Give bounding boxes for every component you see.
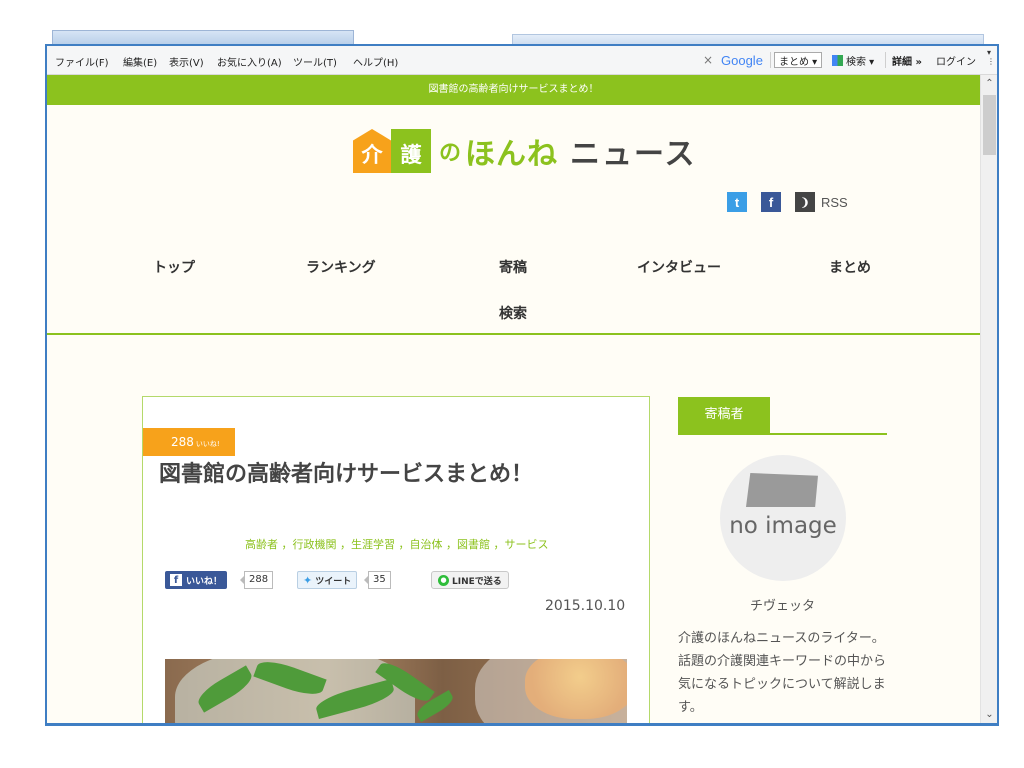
rss-link[interactable]: RSS [821,195,848,210]
publish-date: 2015.10.10 [545,598,626,614]
site-top-banner[interactable]: 図書館の高齢者向けサービスまとめ！ [47,75,980,105]
logo-news: ニュース [570,137,697,172]
line-icon: ● [438,574,449,586]
nav-contribution[interactable]: 寄稿 [499,257,527,277]
menu-tools[interactable]: ツール(T) [293,54,337,69]
toolbar-close-icon[interactable]: × [703,50,713,70]
likes-label: いいね! [195,440,220,448]
nav-interview[interactable]: インタビュー [637,257,721,277]
top-banner-text: 図書館の高齢者向けサービスまとめ！ [428,84,599,95]
nav-divider [47,333,980,335]
nav-ranking[interactable]: ランキング [306,257,376,277]
menu-favorites[interactable]: お気に入り(A) [217,54,282,69]
rss-icon[interactable]: ❩ [795,192,815,212]
article-title[interactable]: 図書館の高齢者向けサービスまとめ！ [159,457,559,493]
login-button[interactable]: ログイン [936,50,976,70]
toolbar-overflow[interactable]: ▾ ⋮ [987,48,997,72]
browser-client-area: ファイル(F) 編集(E) 表示(V) お気に入り(A) ツール(T) ヘルプ(… [47,46,997,723]
author-name[interactable]: チヴェッタ [678,595,887,614]
toolbar-separator [770,52,771,68]
twitter-bird-icon: ✦ [303,573,313,587]
tweet-count: 35 [364,571,391,589]
site-logo[interactable]: 介 護 の ほんね ニュース [353,127,697,175]
details-button[interactable]: 詳細 » [892,50,922,70]
search-dropdown-label: 検索 ▾ [846,56,875,68]
social-links: t f ❩ RSS [727,192,848,212]
search-dropdown[interactable]: 検索 ▾ [832,50,874,70]
nav-top[interactable]: トップ [153,257,195,277]
fb-like-label: いいね！ [186,576,223,587]
toolbar-separator [885,52,886,68]
tweet-button[interactable]: ✦ ツイート [297,571,358,589]
nav-search[interactable]: 検索 [499,303,527,323]
logo-char-2: 護 [400,142,422,167]
google-search-icon [832,54,843,66]
logo-no: の [439,141,462,166]
page-viewport: 図書館の高齢者向けサービスまとめ！ 介 護 の ほんね ニュース t f ❩ R… [47,75,980,723]
vertical-scrollbar[interactable]: ⌃ ⌄ [980,75,997,723]
author-description: 介護のほんねニュースのライター。話題の介護関連キーワードの中から気になるトピック… [678,631,887,715]
scroll-up-icon[interactable]: ⌃ [981,75,997,92]
line-label: LINEで送る [452,576,502,587]
sidebar-heading-tab: 寄稿者 [678,397,770,433]
facebook-icon[interactable]: f [761,192,781,212]
menu-help[interactable]: ヘルプ(H) [353,54,398,69]
avatar-placeholder-shape [746,473,818,507]
tweet-label: ツイート [315,576,352,587]
twitter-icon[interactable]: t [727,192,747,212]
matome-dropdown[interactable]: まとめ ▾ [774,50,823,70]
logo-box-green: 護 [391,129,431,173]
article-tags[interactable]: 高齢者 ，行政機関 ，生涯学習 ，自治体 ，図書館 ，サービス [245,536,548,552]
background-window-tab[interactable] [52,30,354,45]
logo-box-orange: 介 [353,129,391,173]
article-card: 288 いいね! 図書館の高齢者向けサービスまとめ！ 高齢者 ，行政機関 ，生涯学… [142,396,650,723]
logo-char-1: 介 [361,142,383,167]
facebook-icon: f [170,574,182,586]
menu-view[interactable]: 表示(V) [169,54,204,69]
share-bar: f いいね！ 288 ✦ ツイート 35 ● LINEで送る [165,571,635,591]
avatar[interactable]: no image [720,455,846,581]
browser-window: ファイル(F) 編集(E) 表示(V) お気に入り(A) ツール(T) ヘルプ(… [45,44,999,726]
facebook-like-button[interactable]: f いいね！ [165,571,228,589]
hero-glass-right [475,659,627,723]
article-hero-image[interactable] [165,659,627,723]
scroll-down-icon[interactable]: ⌄ [981,706,997,723]
logo-honne: ほんね [465,137,559,172]
matome-dropdown-label: まとめ ▾ [774,52,823,68]
menu-bar: ファイル(F) 編集(E) 表示(V) お気に入り(A) ツール(T) ヘルプ(… [47,46,997,75]
google-label: Google [721,52,763,68]
likes-count: 288 [171,435,194,449]
sidebar-heading: 寄稿者 [678,397,887,435]
fb-like-count: 288 [239,571,274,589]
menu-edit[interactable]: 編集(E) [123,54,157,69]
menu-file[interactable]: ファイル(F) [55,54,109,69]
google-logo: Google [721,50,763,70]
nav-matome[interactable]: まとめ [829,257,871,277]
likes-badge: 288 いいね! [143,428,235,456]
line-share-button[interactable]: ● LINEで送る [431,571,509,589]
scroll-thumb[interactable] [983,95,996,155]
avatar-placeholder-text: no image [729,513,837,539]
